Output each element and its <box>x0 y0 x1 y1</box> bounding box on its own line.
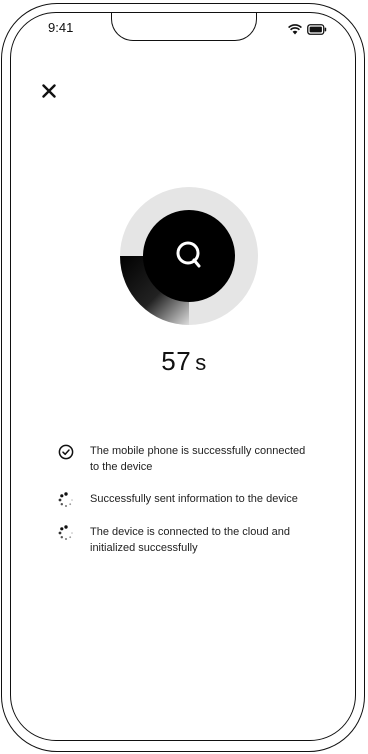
status-icons <box>288 22 327 40</box>
progress-indicator <box>119 186 259 326</box>
close-button[interactable] <box>38 80 60 102</box>
step-item: The mobile phone is successfully connect… <box>58 443 318 475</box>
timer-value: 57 <box>161 346 192 376</box>
battery-icon <box>307 22 327 40</box>
timer-unit: s <box>195 350 207 375</box>
step-item: Successfully sent information to the dev… <box>58 491 318 508</box>
wifi-icon <box>288 22 302 40</box>
step-label: The mobile phone is successfully connect… <box>90 445 306 473</box>
progress-core <box>143 210 235 302</box>
close-icon <box>42 84 56 98</box>
step-item: The device is connected to the cloud and… <box>58 524 318 556</box>
progress-steps: The mobile phone is successfully connect… <box>58 443 318 572</box>
step-label: Successfully sent information to the dev… <box>90 493 298 505</box>
loading-spinner-icon <box>58 525 74 541</box>
notch <box>111 13 257 41</box>
step-label: The device is connected to the cloud and… <box>90 526 290 554</box>
check-circle-icon <box>58 444 74 460</box>
countdown-timer: 57 s <box>0 346 368 377</box>
status-time: 9:41 <box>48 20 74 35</box>
loading-spinner-icon <box>58 492 74 508</box>
